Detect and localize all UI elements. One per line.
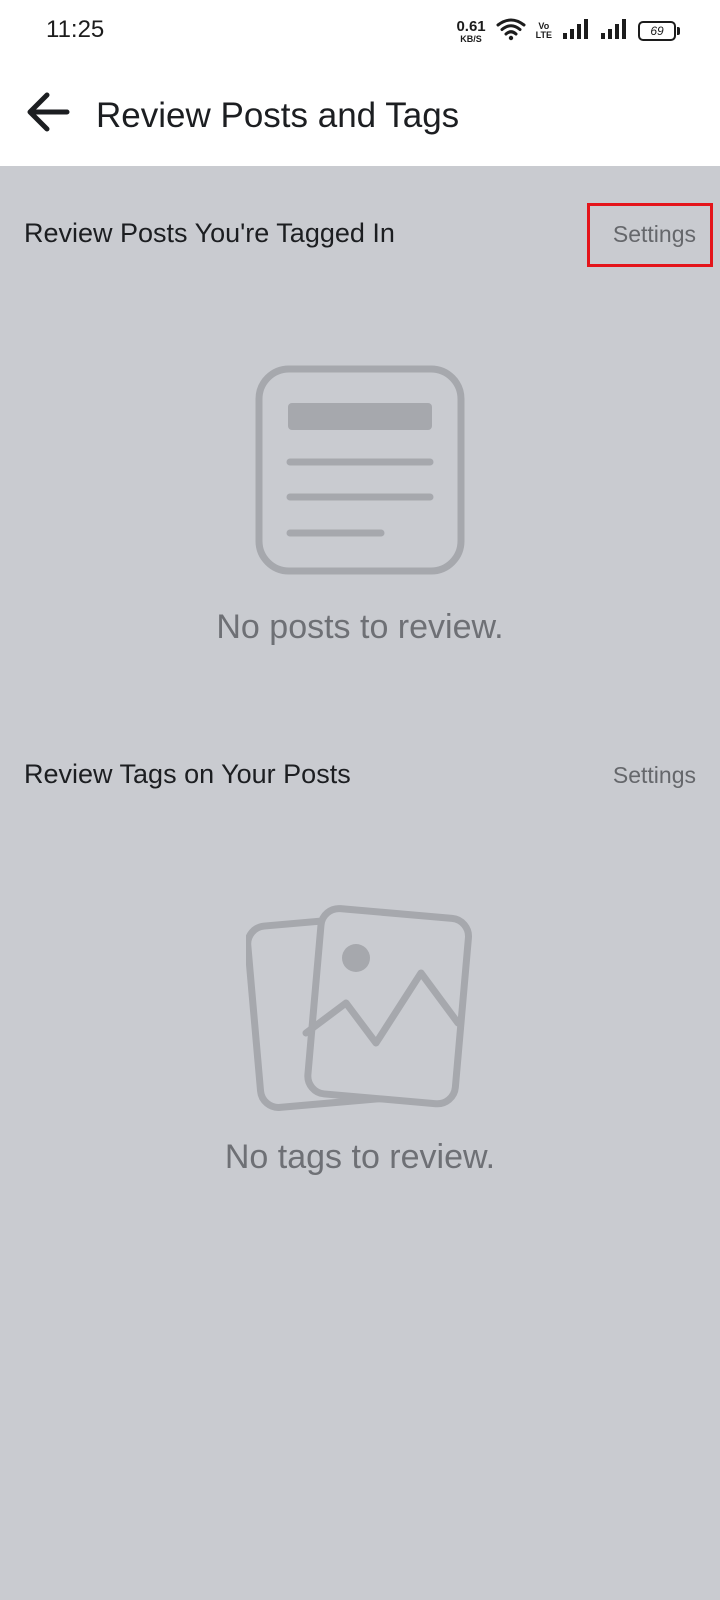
back-button[interactable] — [22, 90, 74, 138]
page-title: Review Posts and Tags — [96, 96, 460, 135]
app-header: Review Posts and Tags — [0, 62, 720, 166]
status-icons: 0.61 KB/S Vo LTE 69 — [456, 14, 680, 48]
signal-strength-icon-2 — [600, 18, 628, 45]
battery-level: 69 — [650, 24, 664, 38]
arrow-left-icon — [25, 92, 71, 137]
posts-empty-message: No posts to review. — [216, 608, 504, 646]
volte-icon: Vo LTE — [536, 22, 552, 40]
posts-settings-button[interactable]: Settings — [613, 221, 696, 248]
status-bar: 11:25 0.61 KB/S Vo LTE 69 — [0, 0, 720, 62]
network-speed: 0.61 KB/S — [456, 19, 485, 44]
network-speed-unit: KB/S — [460, 33, 482, 44]
wifi-icon — [496, 17, 526, 46]
section-title-tags: Review Tags on Your Posts — [24, 759, 351, 789]
photos-icon — [244, 903, 476, 1123]
tags-empty-message: No tags to review. — [224, 1138, 496, 1176]
network-speed-value: 0.61 — [456, 17, 486, 35]
section-title-posts: Review Posts You're Tagged In — [24, 218, 395, 248]
document-icon — [255, 365, 465, 580]
tags-settings-button[interactable]: Settings — [613, 762, 696, 789]
volte-bottom-label: LTE — [535, 30, 552, 40]
status-time: 11:25 — [46, 16, 105, 43]
signal-strength-icon — [562, 18, 590, 45]
battery-icon: 69 — [638, 21, 680, 41]
